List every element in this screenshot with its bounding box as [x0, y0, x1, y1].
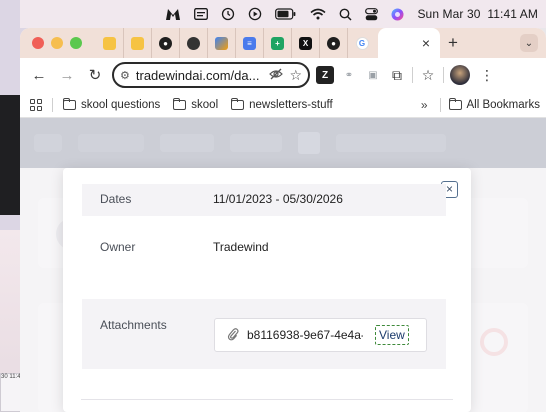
tab-search-dropdown-button[interactable]: ⌄ — [520, 34, 538, 52]
bookmark-label: newsletters-stuff — [249, 98, 333, 111]
more-bookmarks-button[interactable]: » — [421, 98, 428, 112]
bookmark-skool-questions[interactable]: skool questions — [63, 97, 161, 111]
background-panel — [0, 230, 20, 380]
attachments-label: Attachments — [100, 318, 167, 332]
close-window-button[interactable] — [32, 37, 44, 49]
background-dark-panel — [0, 95, 20, 215]
pinned-tabs: ● ≡ + X ● G × + — [96, 28, 466, 58]
tab-github[interactable] — [180, 28, 208, 58]
tab-google[interactable]: G — [348, 28, 376, 58]
bookmark-star-icon[interactable]: ☆ — [289, 67, 302, 84]
github-icon — [187, 36, 200, 50]
toolbar-divider — [412, 67, 413, 83]
all-bookmarks-label: All Bookmarks — [466, 98, 541, 111]
reading-list-icon[interactable]: ☆ — [419, 66, 437, 84]
tab-google-docs[interactable]: ≡ — [236, 28, 264, 58]
dark-logo-icon: ● — [327, 36, 340, 50]
dates-label: Dates — [100, 192, 132, 206]
owner-value: Tradewind — [213, 240, 269, 254]
folder-icon — [173, 97, 187, 110]
dates-value: 11/01/2023 - 05/30/2026 — [213, 192, 343, 206]
zoom-window-button[interactable] — [70, 37, 82, 49]
bookmarks-bar: skool questions skool newsletters-stuff … — [20, 92, 546, 118]
menu-bar-clock[interactable]: Sun Mar 30 11:41 AM — [417, 7, 538, 21]
new-tab-button[interactable]: + — [440, 28, 466, 58]
orange-app-icon — [215, 36, 228, 50]
back-button[interactable]: ← — [28, 64, 50, 86]
bookmarks-divider — [439, 97, 441, 112]
google-icon: G — [355, 36, 369, 50]
address-bar[interactable]: ⚙ tradewindai.com/da... ☆ — [112, 62, 310, 88]
view-attachment-button[interactable]: View — [375, 325, 409, 345]
profile-avatar[interactable] — [450, 65, 470, 85]
x-logo-icon: X — [299, 36, 312, 50]
extension-dark-icon[interactable]: Z — [316, 66, 334, 84]
url-text[interactable]: tradewindai.com/da... — [136, 68, 264, 83]
forward-button[interactable]: → — [56, 64, 78, 86]
eye-slash-icon[interactable] — [269, 68, 284, 83]
malwarebytes-icon[interactable] — [165, 7, 181, 21]
site-info-icon[interactable]: ⚙ — [120, 69, 130, 82]
owner-row: Owner Tradewind — [82, 217, 446, 301]
extension-link-icon[interactable]: ⚭ — [340, 66, 358, 84]
tab-dark-logo-1[interactable]: ● — [152, 28, 180, 58]
bookmark-newsletters-stuff[interactable]: newsletters-stuff — [231, 97, 333, 111]
siri-icon[interactable] — [391, 7, 404, 21]
reload-button[interactable]: ↻ — [84, 64, 106, 86]
browser-menu-icon[interactable]: ⋮ — [476, 64, 498, 86]
folder-tab-icon — [131, 36, 144, 50]
minimize-window-button[interactable] — [51, 37, 63, 49]
history-clock-icon[interactable] — [221, 7, 235, 21]
folder-tab-icon — [103, 36, 116, 50]
folder-icon — [63, 97, 76, 110]
window-controls — [32, 37, 82, 49]
tab-strip: ● ≡ + X ● G × + ⌄ — [20, 28, 546, 58]
attachment-file-name[interactable]: b8116938-9e67-4e4a-b... — [247, 328, 363, 342]
dark-logo-icon: ● — [159, 36, 172, 50]
bookmarks-right: » All Bookmarks — [421, 97, 546, 112]
wifi-icon[interactable] — [310, 7, 326, 21]
owner-label: Owner — [100, 240, 136, 254]
tab-orange-app[interactable] — [208, 28, 236, 58]
folder-icon — [448, 97, 462, 110]
attachment-item[interactable]: b8116938-9e67-4e4a-b... View — [214, 318, 427, 352]
bookmark-skool[interactable]: skool — [173, 97, 219, 111]
paperclip-icon — [227, 327, 239, 344]
chevron-down-icon: ⌄ — [524, 37, 534, 49]
extensions-puzzle-icon[interactable]: ⧉ — [388, 66, 406, 84]
search-icon[interactable] — [339, 7, 352, 21]
folder-icon — [231, 97, 245, 110]
mac-menu-bar: Sun Mar 30 11:41 AM — [20, 0, 546, 28]
docs-icon: ≡ — [243, 36, 256, 50]
apps-grid-icon[interactable] — [30, 98, 42, 111]
modal-divider — [81, 399, 453, 400]
tab-x[interactable]: X — [292, 28, 320, 58]
tab-google-sheets[interactable]: + — [264, 28, 292, 58]
bookmark-label: skool questions — [81, 98, 161, 111]
play-circle-icon[interactable] — [248, 7, 262, 21]
tab-dark-logo-2[interactable]: ● — [320, 28, 348, 58]
browser-toolbar: ← → ↻ ⚙ tradewindai.com/da... ☆ Z ⚭ ▣ ⧉ … — [20, 58, 546, 92]
close-tab-icon[interactable]: × — [422, 35, 430, 51]
sheets-icon: + — [271, 36, 284, 50]
details-modal: × Dates 11/01/2023 - 05/30/2026 Owner Tr… — [63, 168, 471, 412]
toolbar-divider — [443, 67, 444, 83]
bookmarks-divider — [52, 97, 53, 112]
tab-active-tradewind[interactable]: × — [378, 28, 440, 58]
tab-folder-1[interactable] — [96, 28, 124, 58]
all-bookmarks-button[interactable]: All Bookmarks — [448, 97, 541, 111]
battery-icon[interactable] — [275, 7, 297, 21]
dates-row: Dates 11/01/2023 - 05/30/2026 — [82, 184, 446, 216]
extension-reader-icon[interactable]: ▣ — [364, 66, 382, 84]
control-center-icon[interactable] — [365, 7, 379, 21]
tab-folder-2[interactable] — [124, 28, 152, 58]
bookmark-label: skool — [191, 98, 219, 111]
calendar-icon[interactable] — [194, 7, 209, 21]
